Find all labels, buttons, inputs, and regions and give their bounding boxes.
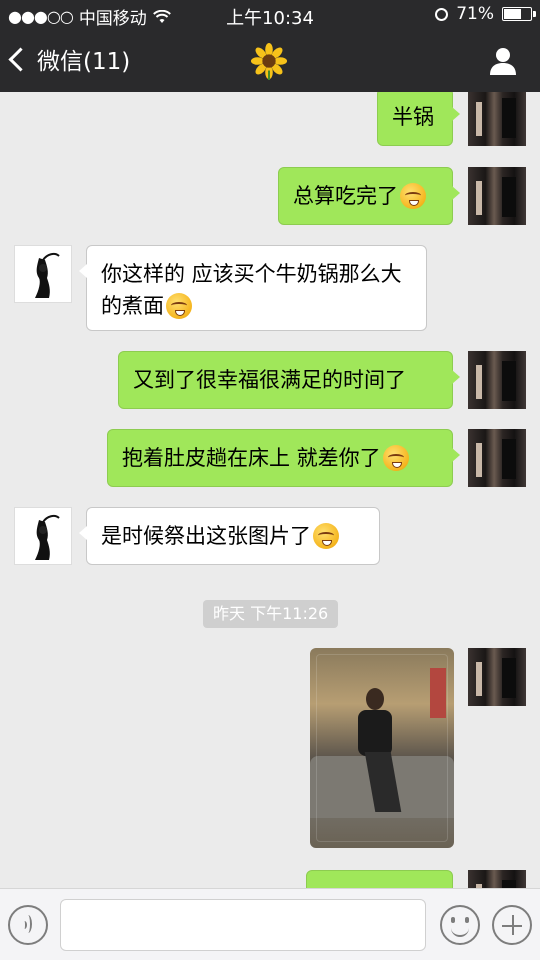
- blush-emoji-icon: [313, 523, 339, 549]
- voice-icon[interactable]: [8, 905, 48, 945]
- my-avatar[interactable]: [468, 351, 526, 409]
- contact-avatar[interactable]: [14, 507, 72, 565]
- message-text: 半锅: [392, 105, 434, 129]
- my-avatar[interactable]: [468, 429, 526, 487]
- blush-emoji-icon: [382, 445, 409, 471]
- top-bar: ●●●○○ 中国移动 上午10:34 71% 微信(11): [0, 0, 540, 92]
- message-bubble-outgoing[interactable]: 总算吃完了: [278, 167, 460, 225]
- dancer-silhouette-icon: [35, 252, 60, 298]
- message-bubble-outgoing[interactable]: 又到了很幸福很满足的时间了: [118, 351, 460, 409]
- message-bubble-incoming[interactable]: 是时候祭出这张图片了: [79, 507, 380, 565]
- chat-area[interactable]: 半锅 总算吃完了 你这样的 应该买个牛奶锅那么大的煮面 又到了很幸福很满足的时间…: [0, 92, 540, 888]
- emoji-icon[interactable]: [440, 905, 480, 945]
- battery-icon: [502, 7, 536, 21]
- person-icon[interactable]: [488, 46, 518, 76]
- message-text: 你这样的 应该买个牛奶锅那么大的煮面: [101, 262, 402, 318]
- status-right: 71%: [435, 4, 536, 24]
- contact-avatar[interactable]: [14, 245, 72, 303]
- dancer-silhouette-icon: [35, 514, 60, 560]
- message-text: 总算吃完了: [293, 184, 398, 208]
- battery-fill: [504, 9, 521, 19]
- input-bar: [0, 888, 540, 960]
- alarm-icon: [435, 7, 449, 21]
- message-bubble-outgoing[interactable]: 半锅: [377, 92, 460, 146]
- image-message[interactable]: [310, 648, 454, 848]
- message-bubble-outgoing-partial[interactable]: [306, 870, 453, 888]
- timestamp-divider: 昨天 下午11:26: [203, 600, 339, 628]
- battery-percent: 71%: [456, 4, 494, 24]
- blush-emoji-icon: [400, 183, 426, 209]
- message-bubble-incoming[interactable]: 你这样的 应该买个牛奶锅那么大的煮面: [79, 245, 427, 331]
- my-avatar[interactable]: [468, 167, 526, 225]
- message-bubble-outgoing[interactable]: 抱着肚皮趟在床上 就差你了: [107, 429, 460, 487]
- message-text: 抱着肚皮趟在床上 就差你了: [122, 446, 381, 470]
- my-avatar[interactable]: [468, 92, 526, 146]
- message-text: 又到了很幸福很满足的时间了: [133, 368, 406, 392]
- plus-icon[interactable]: [492, 905, 532, 945]
- chevron-left-icon: [8, 46, 33, 72]
- sunflower-icon: [250, 42, 288, 80]
- my-avatar[interactable]: [468, 870, 526, 888]
- status-bar: ●●●○○ 中国移动 上午10:34 71%: [0, 0, 540, 30]
- my-avatar[interactable]: [468, 648, 526, 706]
- back-button[interactable]: 微信(11): [8, 42, 131, 76]
- message-text: 是时候祭出这张图片了: [101, 524, 311, 548]
- blush-emoji-icon: [166, 293, 192, 319]
- message-input[interactable]: [60, 899, 426, 951]
- back-label: 微信(11): [37, 49, 131, 75]
- nav-bar: 微信(11): [0, 30, 540, 92]
